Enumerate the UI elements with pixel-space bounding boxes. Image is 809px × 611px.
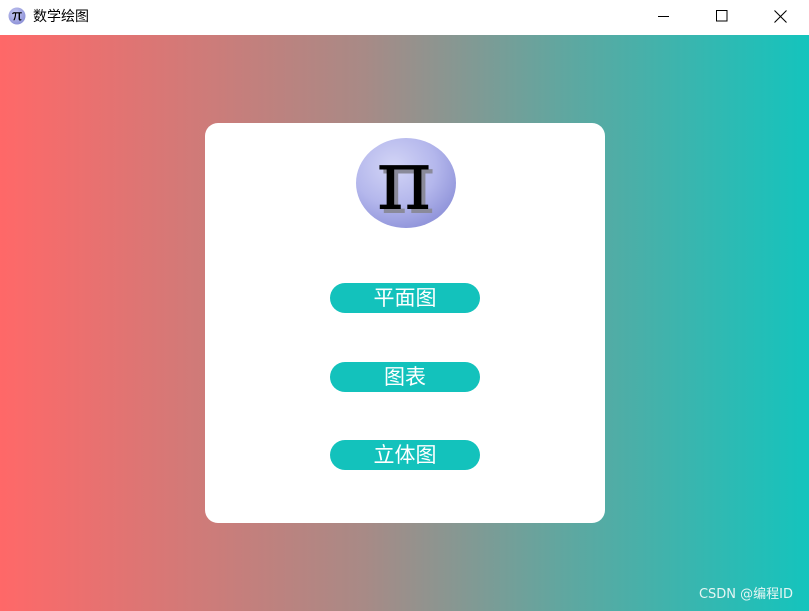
pi-logo-icon: π π [356,137,456,229]
menu-card: π π 平面图 图表 立体图 [205,123,605,523]
close-icon [773,9,787,23]
pi-icon [8,7,26,25]
window-title: 数学绘图 [33,9,89,25]
plane-graph-button[interactable]: 平面图 [330,283,480,313]
maximize-button[interactable] [699,0,745,32]
minimize-button[interactable] [641,0,687,32]
title-bar[interactable]: 数学绘图 [0,0,809,34]
main-window: 数学绘图 π π 平面图 图表 立体图 CSDN @编程ID [0,0,809,611]
3d-graph-button[interactable]: 立体图 [330,440,480,470]
chart-button[interactable]: 图表 [330,362,480,392]
minimize-icon [658,16,669,17]
pi-glyph: π [376,137,431,229]
close-button[interactable] [757,0,803,32]
maximize-icon [716,10,728,22]
watermark-text: CSDN @编程ID [698,587,793,602]
gradient-background: π π 平面图 图表 立体图 CSDN @编程ID [0,35,809,611]
